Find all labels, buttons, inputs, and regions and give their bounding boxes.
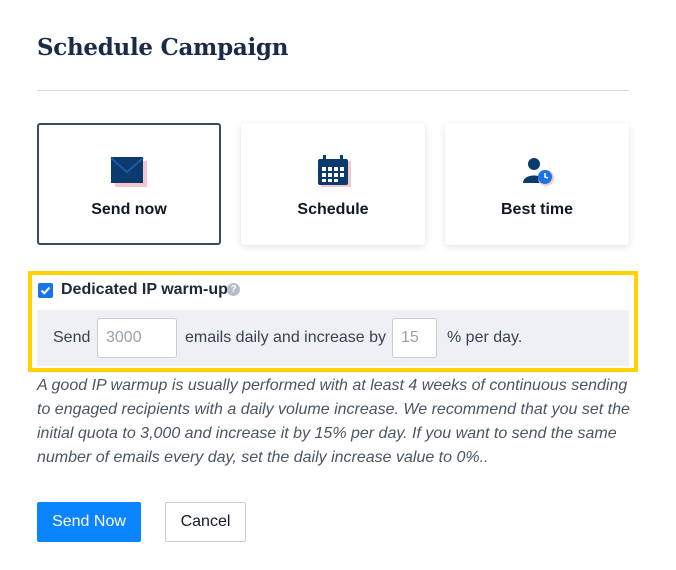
calendar-icon (313, 155, 353, 189)
option-schedule[interactable]: Schedule (241, 123, 425, 245)
user-clock-icon (517, 155, 557, 189)
daily-quota-input[interactable] (97, 318, 177, 358)
warmup-help-text: A good IP warmup is usually performed wi… (37, 377, 630, 466)
question-circle-icon[interactable]: ? (227, 283, 240, 296)
warmup-label: Dedicated IP warm-up (61, 281, 228, 298)
option-send-now[interactable]: Send now (37, 123, 221, 245)
checkmark-icon (40, 286, 51, 295)
option-best-time[interactable]: Best time (445, 123, 629, 245)
send-label: Send (53, 329, 91, 346)
option-label: Best time (500, 201, 574, 218)
cancel-button[interactable]: Cancel (165, 502, 246, 542)
increase-percent-input[interactable] (392, 318, 437, 358)
send-now-button[interactable]: Send Now (37, 502, 141, 542)
option-label: Schedule (297, 201, 369, 218)
page-title: Schedule Campaign (37, 34, 289, 61)
option-label: Send now (91, 201, 167, 218)
title-divider (37, 90, 629, 91)
warmup-settings-row: Send emails daily and increase by % per … (37, 310, 629, 366)
warmup-checkbox[interactable] (38, 283, 53, 298)
daily-increase-label: emails daily and increase by (185, 329, 386, 346)
per-day-label: % per day. (447, 329, 523, 346)
envelope-icon (109, 155, 149, 189)
